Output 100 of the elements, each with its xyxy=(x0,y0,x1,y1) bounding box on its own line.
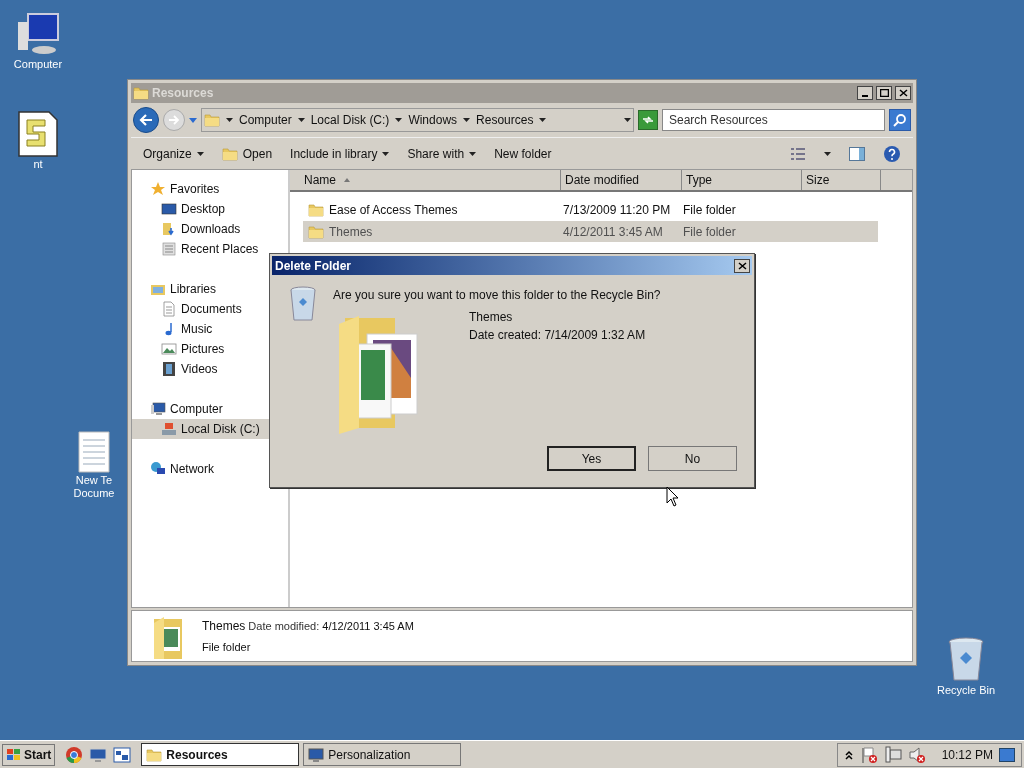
close-icon xyxy=(898,89,908,97)
dialog-button[interactable]: No xyxy=(648,446,737,471)
close-button[interactable] xyxy=(734,258,750,273)
sort-arrow-icon xyxy=(344,178,350,182)
maximize-button[interactable] xyxy=(876,86,892,100)
star-icon xyxy=(150,181,166,197)
column-header[interactable]: Name xyxy=(290,170,561,190)
folder-icon xyxy=(146,746,163,763)
help-icon[interactable] xyxy=(883,144,901,163)
show-desktop-icon[interactable] xyxy=(999,747,1015,762)
dialog-button[interactable]: Yes xyxy=(547,446,636,471)
breadcrumb-item[interactable]: Resources xyxy=(476,111,534,129)
breadcrumb-item[interactable]: Local Disk (C:) xyxy=(310,111,390,129)
file-row[interactable]: Themes 4/12/2011 3:45 AM File folder xyxy=(303,221,878,242)
icon-label: Computer xyxy=(13,58,63,71)
nav-item[interactable]: Documents xyxy=(132,299,288,319)
folder-icon xyxy=(204,112,220,128)
icon-label: Docume xyxy=(73,487,115,500)
nav-item[interactable]: Favorites xyxy=(132,179,288,199)
network-icon xyxy=(150,461,166,477)
network-computer-icon[interactable] xyxy=(883,745,902,764)
toolbar-button[interactable]: Open xyxy=(221,144,273,163)
recycle-bin-icon xyxy=(946,636,986,684)
column-header[interactable]: Date modified xyxy=(561,170,682,190)
file-row[interactable]: Ease of Access Themes 7/13/2009 11:20 PM File folder xyxy=(303,199,878,220)
toolbar-button[interactable]: Include in library xyxy=(290,144,390,163)
drive-icon xyxy=(161,421,177,437)
nav-label: Recent Places xyxy=(181,241,259,258)
recycle-bin-icon xyxy=(289,286,317,322)
folder-arrow-icon xyxy=(161,221,177,237)
preview-pane-icon[interactable] xyxy=(849,146,865,161)
search-icon xyxy=(893,113,907,127)
nav-label: Favorites xyxy=(170,181,220,198)
script-file-icon xyxy=(17,110,59,158)
file-type: File folder xyxy=(683,223,737,241)
picture-icon xyxy=(161,341,177,357)
nav-item[interactable]: Music xyxy=(132,319,288,339)
nav-label: Documents xyxy=(181,301,242,318)
caret-icon xyxy=(539,118,547,122)
file-date: 4/12/2011 3:45 AM xyxy=(563,223,664,241)
toolbar-button[interactable]: Organize xyxy=(143,144,204,163)
nav-label: Desktop xyxy=(181,201,226,218)
caret-icon[interactable] xyxy=(189,117,197,123)
caret-icon xyxy=(382,151,390,156)
close-button[interactable] xyxy=(895,86,911,100)
view-list-icon[interactable] xyxy=(790,146,806,161)
chevron-up-icon[interactable] xyxy=(843,749,854,760)
details-name: Themes xyxy=(202,618,246,635)
column-header[interactable]: Type xyxy=(682,170,802,190)
nav-label: Music xyxy=(181,321,213,338)
window-title: Resources xyxy=(152,85,214,102)
nav-item[interactable]: Desktop xyxy=(132,199,288,219)
nav-item[interactable]: Downloads xyxy=(132,219,288,239)
arrow-left-icon xyxy=(139,114,153,126)
back-button[interactable] xyxy=(133,107,159,133)
details-value: 4/12/2011 3:45 AM xyxy=(322,619,414,634)
nav-item[interactable]: Recent Places xyxy=(132,239,288,259)
refresh-arrows-icon xyxy=(642,115,654,125)
nav-item[interactable]: Libraries xyxy=(132,279,288,299)
file-type: File folder xyxy=(683,201,737,219)
nav-item[interactable]: Computer xyxy=(132,399,288,419)
windows-icon[interactable] xyxy=(113,745,132,764)
browser-icon[interactable] xyxy=(65,745,84,764)
breadcrumb-item[interactable]: Windows xyxy=(408,111,458,129)
taskbar-button[interactable]: Resources xyxy=(141,743,300,766)
start-button[interactable]: Start xyxy=(2,743,56,766)
caret-icon xyxy=(395,118,403,122)
search-button[interactable] xyxy=(889,109,911,131)
nav-label: Computer xyxy=(170,401,223,418)
caret-icon xyxy=(226,118,233,122)
address-bar[interactable]: Computer Local Disk (C:) Windows Resources xyxy=(201,108,634,132)
caret-icon xyxy=(463,118,471,122)
speaker-muted-icon[interactable] xyxy=(907,745,926,764)
dialog-title: Delete Folder xyxy=(275,257,352,275)
column-header[interactable]: Size xyxy=(802,170,881,190)
clock[interactable]: 10:12 PM xyxy=(941,745,993,764)
minimize-button[interactable] xyxy=(857,86,873,100)
nav-item[interactable]: Videos xyxy=(132,359,288,379)
toolbar-button[interactable]: Share with xyxy=(407,144,477,163)
folder-icon xyxy=(133,85,149,101)
nav-item[interactable]: Network xyxy=(132,459,288,479)
file-name: Ease of Access Themes xyxy=(329,201,458,219)
nav-item[interactable]: Pictures xyxy=(132,339,288,359)
item-detail: Date created: 7/14/2009 1:32 AM xyxy=(469,327,646,344)
text-file-icon xyxy=(77,430,111,474)
nav-label: Videos xyxy=(181,361,218,378)
file-date: 7/13/2009 11:20 PM xyxy=(563,201,672,219)
window-stack-icon xyxy=(161,241,177,257)
taskbar-button[interactable]: Personalization xyxy=(303,743,462,766)
search-field[interactable]: Search Resources xyxy=(662,109,885,131)
nav-label: Pictures xyxy=(181,341,225,358)
toolbar-button[interactable]: New folder xyxy=(494,144,552,163)
computer-icon xyxy=(150,401,166,417)
caret-icon xyxy=(297,118,305,122)
nav-label: Libraries xyxy=(170,281,217,298)
flag-error-icon[interactable] xyxy=(859,745,878,764)
nav-label: Local Disk (C:) xyxy=(181,421,260,438)
file-name: Themes xyxy=(329,223,373,241)
breadcrumb-item[interactable]: Computer xyxy=(239,111,292,129)
refresh-button[interactable] xyxy=(638,110,658,130)
